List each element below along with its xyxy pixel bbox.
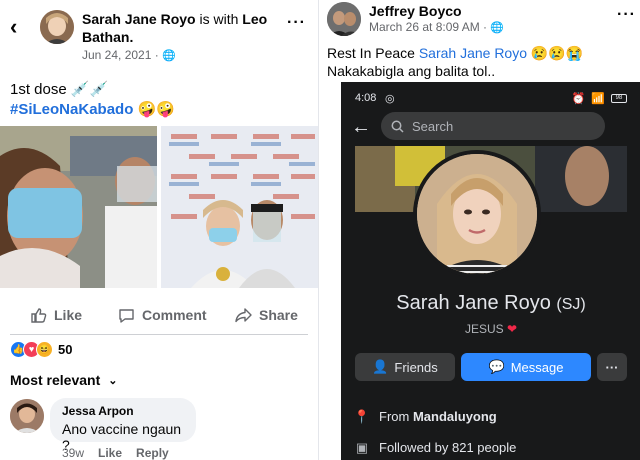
- more-button[interactable]: ···: [597, 353, 627, 381]
- post-text-line: Nakakabigla ang balita tol..: [327, 63, 496, 79]
- globe-icon: 🌐: [490, 22, 505, 34]
- right-post: Jeffrey Boyco March 26 at 8:09 AM · 🌐 ··…: [318, 0, 640, 460]
- from-label: From: [379, 409, 410, 424]
- profile-bio: JESUS ❤: [341, 322, 640, 336]
- globe-icon: 🌐: [162, 50, 176, 62]
- profile-picture[interactable]: [413, 150, 541, 278]
- share-icon: [235, 307, 252, 322]
- author-avatar[interactable]: [40, 10, 74, 44]
- post-photo-vaccination[interactable]: [161, 126, 318, 288]
- post-header: Sarah Jane Royo is with Leo Bathan.: [82, 10, 282, 46]
- post-text-prefix: Rest In Peace: [327, 45, 419, 61]
- status-icons: ⏰ 📶 98: [572, 92, 627, 105]
- with-text: is with: [199, 11, 239, 27]
- post-date-text: March 26 at 8:09 AM ·: [369, 20, 491, 34]
- comment-icon: [119, 308, 134, 323]
- location-pin-icon: 📍: [353, 408, 371, 424]
- message-button[interactable]: 💬 Message: [461, 353, 591, 381]
- comment-like-button[interactable]: Like: [98, 446, 122, 460]
- post-text-line: 1st dose 💉💉: [10, 81, 109, 98]
- embedded-profile-screenshot[interactable]: 4:08 ◎ ⏰ 📶 98 ← Search Sarah Jane Royo (…: [341, 82, 640, 460]
- post-text: 1st dose 💉💉 #SiLeoNaKabado 🤪🤪: [10, 80, 175, 120]
- comment-bubble: Jessa Arpon Ano vaccine ngaun ?: [50, 398, 196, 453]
- status-time: 4:08: [355, 92, 377, 104]
- profile-name-text: Sarah Jane Royo: [396, 292, 551, 314]
- post-date[interactable]: March 26 at 8:09 AM · 🌐: [369, 20, 504, 34]
- phone-status-bar: 4:08 ◎ ⏰ 📶 98: [355, 92, 627, 106]
- sync-icon: ◎: [385, 93, 395, 105]
- share-label: Share: [259, 307, 298, 323]
- messenger-icon: 💬: [488, 359, 505, 374]
- commenter-avatar[interactable]: [10, 399, 44, 433]
- search-icon: [391, 120, 404, 133]
- post-text: Rest In Peace Sarah Jane Royo 😢😢😭 Nakaka…: [327, 44, 627, 80]
- followers-text[interactable]: Followed by 821 people: [379, 440, 516, 455]
- thumbs-up-icon: [31, 307, 47, 323]
- heart-icon: ❤: [506, 322, 518, 336]
- comments-filter-label: Most relevant: [10, 372, 101, 388]
- profile-name: Sarah Jane Royo (SJ): [341, 292, 640, 315]
- commenter-name[interactable]: Jessa Arpon: [62, 404, 184, 418]
- post-actions: Like Comment Share: [0, 301, 318, 329]
- author-name[interactable]: Jeffrey Boyco: [369, 3, 462, 19]
- like-label: Like: [54, 307, 83, 323]
- battery-icon: 98: [611, 94, 627, 103]
- profile-nickname: (SJ): [556, 296, 586, 313]
- alarm-icon: ⏰: [571, 93, 586, 105]
- more-options-icon[interactable]: ···: [617, 6, 636, 24]
- hashtag-link[interactable]: #SiLeoNaKabado: [10, 101, 133, 118]
- message-button-label: Message: [510, 359, 564, 375]
- post-date[interactable]: Jun 24, 2021 · 🌐: [82, 48, 176, 62]
- mention-link[interactable]: Sarah Jane Royo: [419, 45, 527, 61]
- comment-reply-button[interactable]: Reply: [136, 446, 169, 460]
- wifi-icon: 📶: [591, 93, 605, 105]
- haha-reaction-icon: 😆: [36, 340, 53, 358]
- profile-bio-text: JESUS: [464, 322, 504, 336]
- comments-filter[interactable]: Most relevant ⌄: [10, 372, 117, 388]
- reaction-count: 50: [58, 341, 73, 357]
- author-avatar[interactable]: [327, 2, 361, 36]
- back-arrow-icon[interactable]: ‹: [10, 16, 30, 38]
- comment-button[interactable]: Comment: [118, 301, 207, 329]
- hashtag-emoji: 🤪🤪: [133, 101, 175, 118]
- comment-time[interactable]: 39w: [62, 446, 84, 460]
- comment-label: Comment: [142, 307, 207, 323]
- chevron-down-icon: ⌄: [108, 374, 118, 387]
- post-text-emoji: 😢😢😭: [527, 45, 584, 61]
- author-name[interactable]: Sarah Jane Royo: [82, 11, 196, 27]
- reactions-summary[interactable]: 👍 ♥ 😆 50: [10, 340, 72, 358]
- search-input[interactable]: Search: [381, 112, 605, 140]
- post-date-text: Jun 24, 2021 ·: [82, 48, 163, 62]
- friends-button-label: Friends: [394, 359, 438, 375]
- info-followers: ▣ Followed by 821 people: [355, 439, 516, 456]
- post-photo-selfie[interactable]: [0, 126, 157, 288]
- left-post: ‹ Sarah Jane Royo is with Leo Bathan. Ju…: [0, 0, 318, 460]
- more-options-icon[interactable]: ···: [287, 14, 306, 32]
- comment-meta: 39w Like Reply: [62, 446, 169, 460]
- from-value[interactable]: Mandaluyong: [413, 409, 497, 424]
- share-button[interactable]: Share: [235, 301, 298, 329]
- back-arrow-icon[interactable]: ←: [351, 116, 371, 138]
- friends-button[interactable]: 👤 Friends: [355, 353, 455, 381]
- like-button[interactable]: Like: [30, 301, 82, 329]
- search-placeholder: Search: [412, 118, 454, 134]
- followers-icon: ▣: [355, 439, 369, 455]
- info-hometown: 📍 From Mandaluyong: [353, 408, 497, 425]
- divider: [10, 334, 308, 335]
- person-icon: 👤: [372, 359, 389, 374]
